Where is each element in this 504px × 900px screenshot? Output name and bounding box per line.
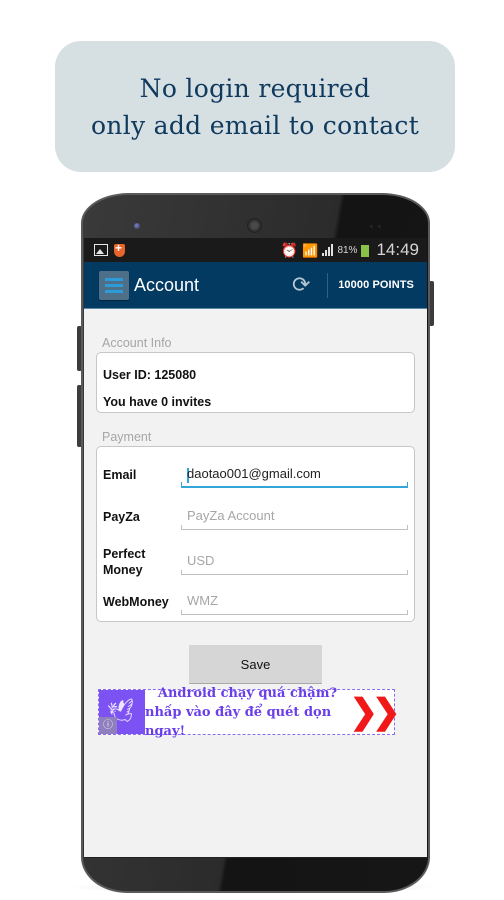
- invites-count: You have 0 invites: [103, 395, 212, 409]
- refresh-icon[interactable]: ⟳: [289, 273, 313, 297]
- front-camera-icon: [134, 223, 140, 229]
- email-row: Email: [103, 462, 408, 488]
- light-sensor: [378, 225, 381, 228]
- proximity-sensor: [370, 225, 373, 228]
- account-info-label: Account Info: [102, 336, 172, 350]
- screen-bottom-edge: [84, 857, 427, 858]
- ad-logo: 🕊 ⓘ: [99, 690, 145, 734]
- action-bar: Account ⟳ 10000 POINTS: [84, 262, 427, 309]
- shield-icon: [114, 241, 125, 257]
- payment-card: Email PayZa Perfect Money WebMoney: [96, 446, 415, 622]
- wifi-icon: 📶: [302, 242, 319, 258]
- ad-text: Android chạy quá chậm? nhấp vào đây để q…: [145, 686, 350, 739]
- ad-line-2: nhấp vào đây để quét dọn ngay!: [145, 704, 332, 739]
- payza-label: PayZa: [103, 510, 140, 524]
- payza-field[interactable]: [181, 504, 363, 528]
- hamburger-icon: [105, 277, 123, 281]
- payza-row: PayZa: [103, 504, 408, 530]
- battery-percent: 81%: [337, 244, 358, 256]
- payment-label: Payment: [102, 430, 152, 444]
- webmoney-field[interactable]: [181, 589, 363, 613]
- email-label: Email: [103, 468, 137, 482]
- double-chevron-right-icon: ❯❯: [349, 693, 401, 731]
- ad-info-icon[interactable]: ⓘ: [99, 717, 117, 734]
- promo-caption: No login required only add email to cont…: [55, 41, 455, 172]
- webmoney-row: WebMoney: [103, 589, 408, 615]
- ad-line-1: Android chạy quá chậm?: [157, 685, 338, 701]
- account-info-card: User ID: 125080 You have 0 invites: [96, 352, 415, 413]
- page-title: Account: [134, 274, 200, 295]
- perfect-money-label: Perfect Money: [103, 547, 146, 577]
- ad-banner[interactable]: 🕊 ⓘ Android chạy quá chậm? nhấp vào đây …: [98, 686, 401, 739]
- battery-icon: [361, 243, 370, 257]
- earpiece-speaker: [247, 218, 262, 233]
- points-counter[interactable]: 10000 POINTS: [338, 279, 414, 291]
- alarm-icon: ⏰: [280, 242, 299, 258]
- status-bar: ⏰ 📶 81% 14:49: [84, 238, 427, 262]
- phone-screen: ⏰ 📶 81% 14:49 Account ⟳ 10000 POINTS Acc…: [84, 238, 427, 858]
- caption-line-2: only add email to contact: [90, 110, 420, 140]
- clock: 14:49: [376, 240, 419, 259]
- signal-icon: [322, 244, 334, 256]
- gallery-icon: [94, 244, 108, 256]
- email-field[interactable]: [181, 462, 363, 486]
- perfect-money-row: Perfect Money: [103, 546, 408, 578]
- user-id: User ID: 125080: [103, 368, 197, 382]
- save-button[interactable]: Save: [189, 645, 322, 684]
- content-area: Account Info User ID: 125080 You have 0 …: [84, 336, 427, 684]
- menu-button[interactable]: [99, 270, 129, 300]
- actionbar-divider: [327, 272, 329, 298]
- webmoney-label: WebMoney: [103, 595, 169, 609]
- perfect-money-field[interactable]: [181, 549, 363, 573]
- caption-line-1: No login required: [139, 73, 371, 103]
